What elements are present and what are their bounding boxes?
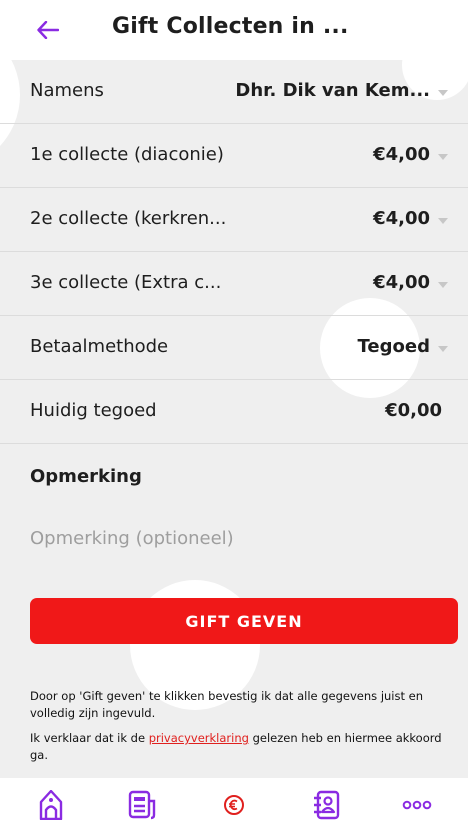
privacy-link[interactable]: privacyverklaring [149,731,249,745]
back-button[interactable] [28,10,68,50]
field-collecte-1[interactable]: 1e collecte (diaconie) €4,00 [0,124,468,188]
tab-contacts[interactable] [308,788,344,822]
balance-value: €0,00 [385,400,442,421]
page-title: Gift Collecten in ... [112,14,349,39]
tab-more[interactable] [399,788,435,822]
field-label: Huidig tegoed [30,400,157,421]
tab-church[interactable] [33,788,69,822]
remark-label: Opmerking [30,466,142,487]
header: Gift Collecten in ... [0,0,468,60]
church-icon [39,790,63,820]
gift-submit-button[interactable]: GIFT GEVEN [30,598,458,644]
tab-give[interactable] [216,788,252,822]
field-value: Dhr. Dik van Kem... [235,80,430,101]
dropdown-caret-icon [438,218,448,224]
confirm-note: Door op 'Gift geven' te klikken bevestig… [30,689,424,720]
field-label: 2e collecte (kerkren... [30,208,227,229]
field-label: 3e collecte (Extra c... [30,272,222,293]
field-label: Namens [30,80,104,101]
dropdown-caret-icon [438,282,448,288]
field-namens[interactable]: Namens Dhr. Dik van Kem... [0,60,468,124]
field-value: Tegoed [357,336,430,357]
field-label: Betaalmethode [30,336,169,357]
privacy-text-before: Ik verklaar dat ik de [30,731,149,745]
field-huidig-tegoed: Huidig tegoed €0,00 [0,380,468,444]
tab-news[interactable] [124,788,160,822]
field-betaalmethode[interactable]: Betaalmethode Tegoed [0,316,468,380]
dropdown-caret-icon [438,346,448,352]
contacts-icon [314,790,340,820]
remark-input[interactable] [30,516,440,560]
field-value: €4,00 [373,208,430,229]
privacy-note: Ik verklaar dat ik de privacyverklaring … [30,730,450,764]
form-content: Namens Dhr. Dik van Kem... 1e collecte (… [0,60,468,778]
bottom-tab-bar [0,778,468,831]
field-label: 1e collecte (diaconie) [30,144,224,165]
field-collecte-3[interactable]: 3e collecte (Extra c... €4,00 [0,252,468,316]
euro-icon [224,795,244,815]
field-value: €4,00 [373,144,430,165]
news-icon [128,790,156,820]
arrow-left-icon [37,21,59,39]
dropdown-caret-icon [438,90,448,96]
field-collecte-2[interactable]: 2e collecte (kerkren... €4,00 [0,188,468,252]
more-icon [402,800,432,810]
field-value: €4,00 [373,272,430,293]
dropdown-caret-icon [438,154,448,160]
